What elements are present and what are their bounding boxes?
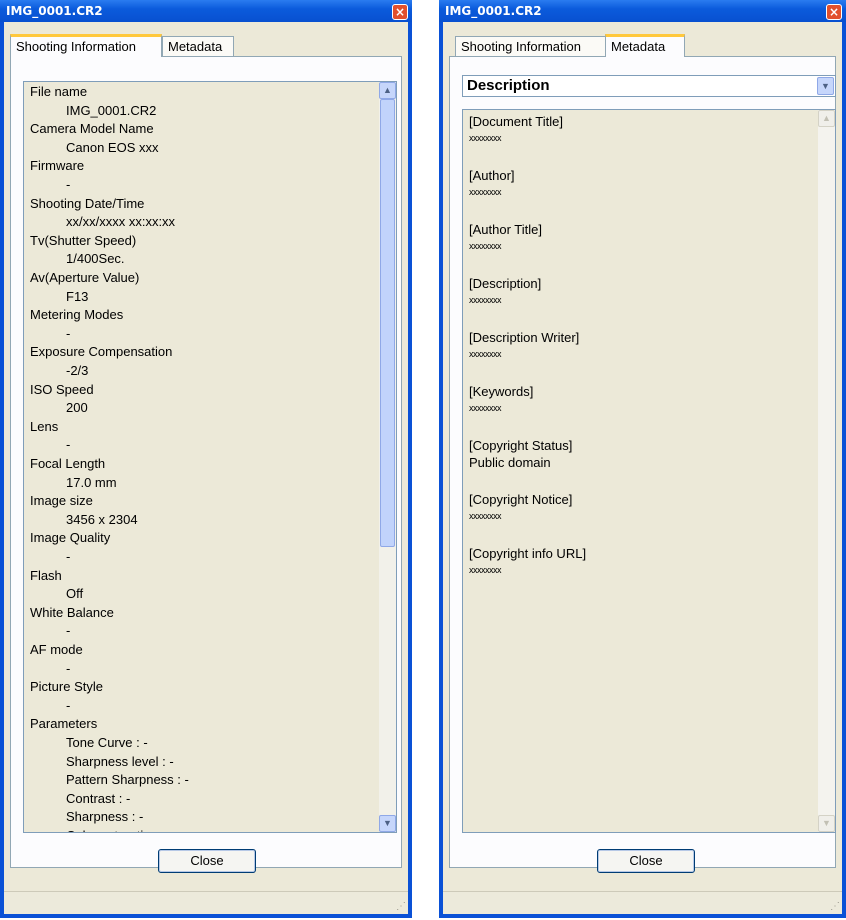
window-title: IMG_0001.CR2	[6, 4, 103, 18]
field-label: ISO Speed	[30, 381, 94, 397]
metadata-label: [Description Writer]	[469, 330, 580, 345]
scroll-up-icon[interactable]: ▲	[379, 82, 396, 99]
field-label: Image size	[30, 493, 93, 509]
field-label: Image Quality	[30, 530, 111, 546]
field-label: White Balance	[30, 604, 114, 620]
metadata-label: [Keywords]	[469, 384, 534, 399]
field-label: Exposure Compensation	[30, 344, 173, 360]
tab-shooting-information[interactable]: Shooting Information	[455, 36, 607, 56]
metadata-value: xxxxxxxx	[469, 565, 502, 575]
scroll-up-icon[interactable]: ▲	[818, 110, 835, 127]
field-value: 200	[66, 400, 88, 416]
tab-panel: File name IMG_0001.CR2 Camera Model Name Ca…	[10, 56, 402, 873]
field-label: Lens	[30, 418, 59, 434]
metadata-value: xxxxxxxx	[469, 241, 502, 251]
field-label: Flash	[30, 567, 62, 583]
parameter-item: Color saturation : -	[66, 828, 173, 832]
field-label: Metering Modes	[30, 307, 124, 323]
window-body: Shooting Information Metadata Descriptio…	[443, 22, 842, 914]
field-value: -	[66, 660, 71, 676]
vertical-scrollbar[interactable]: ▲ ▼	[379, 82, 396, 832]
metadata-list[interactable]: [Document Title] xxxxxxxx [Author] xxxxxxxx…	[462, 109, 836, 833]
field-label: Firmware	[30, 158, 85, 174]
parameters-label: Parameters	[30, 716, 98, 732]
parameter-item: Sharpness : -	[66, 809, 144, 825]
metadata-value: xxxxxxxx	[469, 295, 502, 305]
field-value: 1/400Sec.	[66, 251, 125, 267]
shooting-info-list[interactable]: File name IMG_0001.CR2 Camera Model Name Ca…	[23, 81, 397, 833]
field-value: IMG_0001.CR2	[66, 102, 157, 118]
metadata-label: [Copyright Status]	[469, 438, 573, 453]
tab-metadata[interactable]: Metadata	[162, 36, 234, 56]
field-label: Camera Model Name	[30, 121, 154, 137]
field-value: 17.0 mm	[66, 474, 117, 490]
scroll-down-icon[interactable]: ▼	[818, 815, 835, 832]
field-value: -	[66, 623, 71, 639]
close-button[interactable]: Close	[597, 849, 695, 873]
field-value: -	[66, 549, 71, 564]
field-value: -	[66, 697, 71, 713]
parameter-item: Pattern Sharpness : -	[66, 772, 189, 788]
field-label: File name	[30, 84, 88, 99]
resize-grip-icon[interactable]: ⋰	[830, 901, 840, 912]
field-label: Focal Length	[30, 456, 106, 471]
field-label: AF mode	[30, 642, 83, 657]
field-value: -2/3	[66, 363, 89, 378]
select-value: Description	[467, 77, 550, 94]
scroll-thumb[interactable]	[380, 99, 395, 547]
field-value: -	[66, 325, 71, 341]
shooting-info-window: IMG_0001.CR2 × Shooting Information Meta…	[0, 0, 412, 918]
metadata-value: Public domain	[469, 455, 551, 470]
parameter-item: Sharpness level : -	[66, 753, 174, 769]
field-label: Av(Aperture Value)	[30, 270, 140, 285]
parameter-item: Contrast : -	[66, 790, 131, 806]
metadata-value: xxxxxxxx	[469, 349, 502, 359]
resize-grip-icon[interactable]: ⋰	[396, 901, 406, 912]
close-button[interactable]: Close	[158, 849, 256, 873]
field-value: -	[66, 437, 71, 453]
metadata-value: xxxxxxxx	[469, 511, 502, 521]
metadata-label: [Copyright Notice]	[469, 492, 573, 507]
title-bar[interactable]: IMG_0001.CR2 ×	[0, 0, 412, 22]
metadata-value: xxxxxxxx	[469, 187, 502, 197]
chevron-down-icon[interactable]: ▼	[817, 77, 834, 95]
field-value: F13	[66, 288, 89, 304]
status-bar: ⋰	[4, 891, 408, 914]
tab-metadata[interactable]: Metadata	[605, 34, 685, 57]
scroll-down-icon[interactable]: ▼	[379, 815, 396, 832]
status-bar: ⋰	[443, 891, 842, 914]
field-label: Picture Style	[30, 679, 103, 695]
tab-panel: Description ▼ [Document Title] xxxxxxxx [A…	[449, 56, 836, 873]
field-value: Canon EOS xxx	[66, 139, 159, 155]
close-icon[interactable]: ×	[392, 4, 408, 20]
metadata-value: xxxxxxxx	[469, 403, 502, 413]
metadata-value: xxxxxxxx	[469, 133, 502, 143]
tab-shooting-information[interactable]: Shooting Information	[10, 34, 162, 57]
metadata-label: [Document Title]	[469, 114, 563, 129]
metadata-label: [Description]	[469, 276, 542, 291]
title-bar[interactable]: IMG_0001.CR2 ×	[439, 0, 846, 22]
close-icon[interactable]: ×	[826, 4, 842, 20]
field-value: Off	[66, 586, 84, 602]
metadata-category-select[interactable]: Description ▼	[462, 75, 836, 97]
field-label: Shooting Date/Time	[30, 195, 145, 211]
window-body: Shooting Information Metadata File name I…	[4, 22, 408, 914]
field-value: -	[66, 177, 71, 192]
field-label: Tv(Shutter Speed)	[30, 232, 137, 248]
field-value: xx/xx/xxxx xx:xx:xx	[66, 214, 176, 230]
parameter-item: Tone Curve : -	[66, 735, 148, 750]
metadata-label: [Copyright info URL]	[469, 546, 587, 561]
metadata-label: [Author Title]	[469, 222, 542, 237]
window-title: IMG_0001.CR2	[445, 4, 542, 18]
metadata-label: [Author]	[469, 168, 515, 183]
field-value: 3456 x 2304	[66, 511, 138, 527]
vertical-scrollbar[interactable]: ▲ ▼	[818, 110, 835, 832]
metadata-window: IMG_0001.CR2 × Shooting Information Meta…	[439, 0, 846, 918]
